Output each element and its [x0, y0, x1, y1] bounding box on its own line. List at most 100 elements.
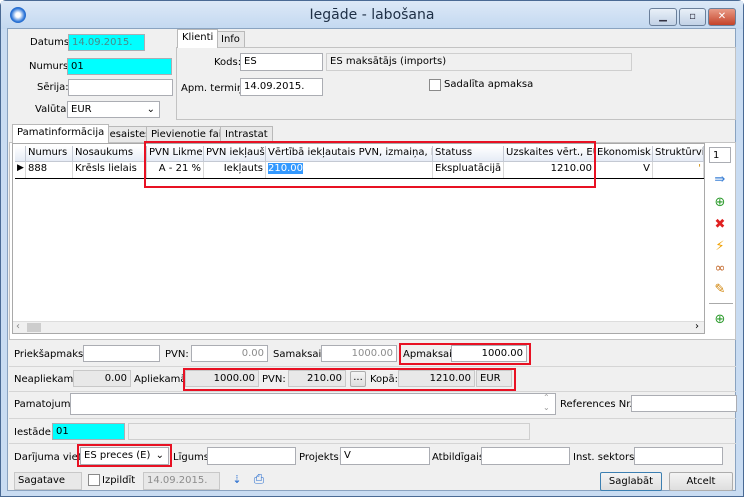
debit-credit-icon[interactable]: ⇣ [228, 472, 246, 488]
column-header-pvn-likme[interactable]: PVN Likme [147, 146, 204, 162]
cell-ekonomisk[interactable]: V [595, 162, 653, 178]
column-header-statuss[interactable]: Statuss [433, 146, 504, 162]
apliekama-field: 1000.00 [185, 370, 259, 387]
column-header-strukturv[interactable]: Struktūrvi... [653, 146, 704, 162]
inst-sektors-label: Inst. sektors: [573, 452, 638, 463]
references-label: References Nr.: [560, 399, 636, 410]
apmaksai-field[interactable]: 1000.00 [451, 345, 527, 362]
sadalita-checkbox[interactable] [429, 79, 441, 91]
window-title: Iegāde - labošana [309, 7, 435, 23]
datums-label: Datums: [30, 37, 73, 48]
current-row-arrow-icon: ▶ [15, 162, 26, 178]
samaksai-field: 1000.00 [321, 345, 397, 362]
valuta-label: Valūta: [35, 104, 70, 115]
pvn-prepay-field: 0.00 [191, 345, 268, 362]
client-name-field: ES maksātājs (imports) [326, 53, 632, 71]
delete-icon[interactable]: ✖ [711, 217, 729, 233]
cell-vertiba-pvn-value: 210.00 [268, 163, 303, 174]
pamatojums-field[interactable] [70, 393, 556, 415]
cell-numurs[interactable]: 888 [26, 162, 73, 178]
cell-statuss[interactable]: Ekspluatācijā [433, 162, 504, 178]
table-row[interactable]: ▶ 888 Krēsls lielais A - 21 % Iekļauts 2… [15, 162, 704, 179]
close-button[interactable]: ✕ [708, 8, 736, 26]
inst-sektors-field[interactable] [634, 447, 723, 465]
cell-vertiba-pvn[interactable]: 210.00 [266, 162, 433, 178]
cell-pvn-ieklauts[interactable]: Iekļauts [204, 162, 266, 178]
cell-strukturv[interactable]: ' [653, 162, 704, 178]
cell-uzskaites[interactable]: 1210.00 [504, 162, 595, 178]
add-from-template-icon[interactable]: ⊕ [711, 195, 729, 211]
pvn-total-field: 210.00 [288, 370, 346, 387]
ligums-field[interactable] [207, 447, 296, 465]
tab-klienti[interactable]: Klienti [177, 29, 219, 48]
cell-pvn-likme[interactable]: A - 21 % [147, 162, 204, 178]
apliekama-label: Apliekamā: [134, 374, 190, 385]
tab-info[interactable]: Info [216, 31, 245, 48]
column-header-uzskaites[interactable]: Uzskaites vērt., EUR [504, 146, 595, 162]
priekspapmaksa-field[interactable] [83, 345, 160, 362]
add-document-icon[interactable]: ⊕ [711, 312, 729, 328]
textarea-scroll-icon[interactable]: ⌃ ⌄ [543, 393, 550, 413]
column-header-vertiba-pvn[interactable]: Vērtībā iekļautais PVN, izmaiņa, EUR [266, 146, 433, 162]
valuta-select[interactable]: EUR ⌄ [67, 101, 160, 118]
serija-label: Sērija: [37, 82, 69, 93]
iestade-field[interactable]: 01 [52, 423, 125, 440]
iestade-label: Iestāde: [14, 427, 55, 438]
kopa-field: 1210.00 [398, 370, 475, 387]
toolbar-separator [709, 303, 733, 304]
projekts-field[interactable]: V [340, 447, 430, 465]
column-header-numurs[interactable]: Numurs [26, 146, 73, 162]
divider [9, 366, 736, 367]
chevron-down-icon: ⌄ [155, 450, 164, 461]
valuta-value: EUR [71, 104, 92, 115]
save-button[interactable]: Saglabāt [600, 472, 662, 491]
view-glasses-icon[interactable]: ∞ [711, 261, 729, 277]
minimize-button[interactable]: ▁ [649, 8, 677, 26]
divider [9, 443, 736, 444]
edit-pencil-icon[interactable]: ✎ [711, 282, 729, 298]
cancel-button[interactable]: Atcelt [669, 472, 733, 491]
title-bar: Iegāde - labošana ▁ ▫ ✕ [1, 1, 743, 29]
record-counter: 1 [709, 147, 731, 163]
scroll-right-icon[interactable]: › [695, 321, 699, 332]
assets-grid: Numurs Nosaukums PVN Likme PVN iekļauš..… [12, 143, 705, 334]
datums-field[interactable]: 14.09.2015. [68, 34, 145, 51]
tab-intrastat[interactable]: Intrastat [220, 126, 273, 143]
execution-date-field: 14.09.2015. [143, 472, 220, 490]
scroll-left-icon[interactable]: ‹ [16, 321, 20, 332]
atbildigais-field[interactable] [481, 447, 570, 465]
scrollbar-thumb[interactable] [27, 323, 41, 332]
kopa-label: Kopā: [370, 374, 399, 385]
chevron-down-icon: ⌄ [146, 104, 155, 115]
print-icon[interactable]: ⎙ [250, 472, 268, 488]
pvn-total-label: PVN: [262, 374, 286, 385]
references-field[interactable] [631, 395, 737, 412]
move-to-icon[interactable]: ⇛ [711, 172, 729, 188]
darijuma-vieta-select[interactable]: ES preces (E) ⌄ [80, 447, 169, 465]
column-header-ekonomisk[interactable]: Ekonomisk... [595, 146, 653, 162]
cell-nosaukums[interactable]: Krēsls lielais [73, 162, 147, 178]
tab-pamatinformacija[interactable]: Pamatinformācija [12, 124, 110, 143]
kods-field[interactable]: ES [240, 53, 323, 71]
column-header-nosaukums[interactable]: Nosaukums [73, 146, 147, 162]
izpildit-checkbox[interactable] [88, 474, 100, 486]
pvn-details-button[interactable]: ... [350, 371, 366, 387]
serija-field[interactable] [68, 79, 173, 96]
atbildigais-label: Atbildīgais: [432, 452, 488, 463]
sadalita-label: Sadalīta apmaksa [444, 79, 534, 90]
column-header-pvn-ieklauts[interactable]: PVN iekļauš... [204, 146, 266, 162]
numurs-field[interactable]: 01 [67, 58, 172, 75]
row-indicator-header [15, 146, 26, 162]
apmaksai-label: Apmaksai: [403, 349, 456, 360]
izpildit-label: Izpildīt [102, 475, 136, 486]
apm-termins-field[interactable]: 14.09.2015. [240, 78, 323, 96]
divider [9, 391, 736, 392]
neapliekama-field: 0.00 [73, 370, 131, 387]
horizontal-scrollbar[interactable]: ‹ › [13, 321, 704, 333]
kods-label: Kods: [214, 57, 242, 68]
samaksai-label: Samaksai: [273, 349, 325, 360]
pvn-prepay-label: PVN: [165, 349, 189, 360]
lightning-icon[interactable]: ⚡ [711, 239, 729, 255]
maximize-button[interactable]: ▫ [679, 8, 706, 26]
iestade-name-field [128, 423, 530, 440]
